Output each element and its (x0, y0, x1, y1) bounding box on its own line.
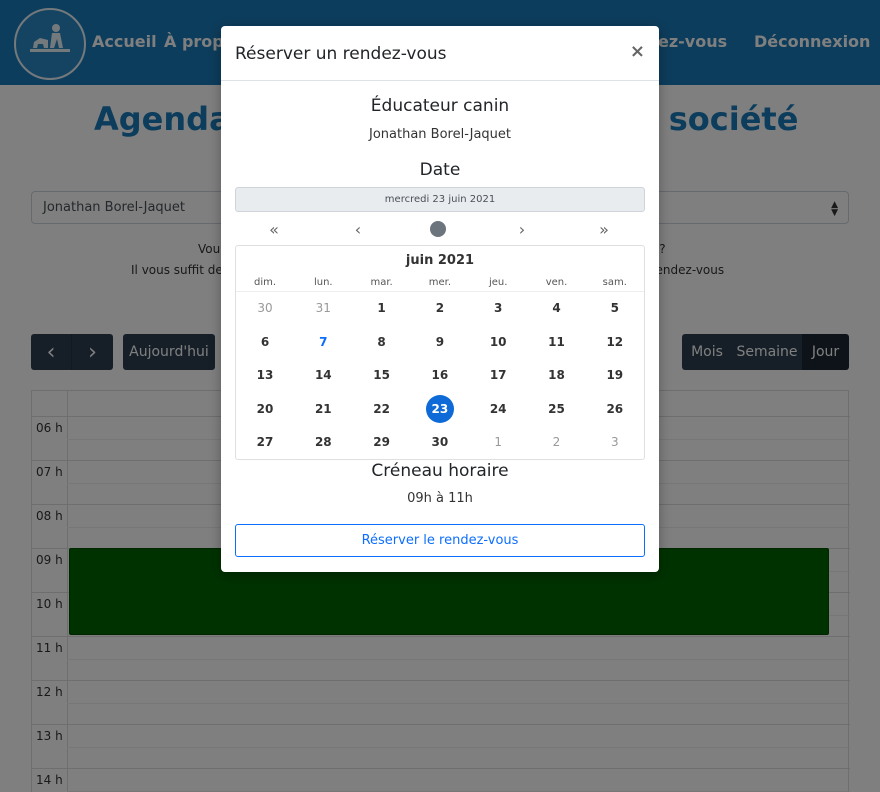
datepicker-day[interactable]: 24 (483, 395, 513, 423)
datepicker-day[interactable]: 29 (367, 428, 397, 456)
chevron-right-icon[interactable]: › (512, 220, 532, 239)
weekday-label: jeu. (488, 277, 508, 288)
datepicker-day[interactable]: 27 (250, 428, 280, 456)
educator-name: Jonathan Borel-Jaquet (368, 127, 511, 142)
datepicker-day[interactable]: 11 (542, 328, 572, 356)
datepicker-day[interactable]: 30 (250, 294, 280, 322)
modal-title: Réserver un rendez-vous (235, 44, 447, 64)
weekday-label: sam. (602, 277, 627, 288)
chevron-left-icon[interactable]: ‹ (348, 220, 368, 239)
datepicker-day[interactable]: 17 (483, 361, 513, 389)
datepicker-day[interactable]: 15 (367, 361, 397, 389)
double-chevron-right-icon[interactable]: » (594, 220, 614, 239)
datepicker-day[interactable]: 12 (600, 328, 630, 356)
datepicker-calendar: juin 2021 dim. lun. mar. mer. jeu. ven. sam. 3… (235, 245, 645, 460)
datepicker-day[interactable]: 2 (425, 294, 455, 322)
datepicker-day[interactable]: 3 (483, 294, 513, 322)
date-section-title: Date (419, 160, 461, 180)
datepicker-day[interactable]: 3 (600, 428, 630, 456)
weekday-label: ven. (545, 277, 568, 288)
slot-section-title: Créneau horaire (371, 461, 509, 481)
booking-modal: Réserver un rendez-vous × Éducateur cani… (221, 26, 659, 572)
datepicker-day[interactable]: 18 (542, 361, 572, 389)
datepicker-day[interactable]: 1 (483, 428, 513, 456)
datepicker-day[interactable]: 10 (483, 328, 513, 356)
datepicker-day[interactable]: 31 (308, 294, 338, 322)
date-input[interactable]: mercredi 23 juin 2021 (235, 187, 645, 212)
current-month-dot-icon[interactable] (430, 221, 446, 237)
datepicker-day[interactable]: 9 (425, 328, 455, 356)
weekday-label: mar. (370, 277, 393, 288)
datepicker-day[interactable]: 1 (367, 294, 397, 322)
datepicker-day[interactable]: 4 (542, 294, 572, 322)
close-icon[interactable]: × (630, 41, 645, 62)
datepicker-day[interactable]: 28 (308, 428, 338, 456)
double-chevron-left-icon[interactable]: « (264, 220, 284, 239)
datepicker-day[interactable]: 13 (250, 361, 280, 389)
weekday-label: mer. (428, 277, 452, 288)
datepicker-weekdays: dim. lun. mar. mer. jeu. ven. sam. (236, 277, 644, 292)
weekday-label: dim. (253, 277, 277, 288)
datepicker-day[interactable]: 20 (250, 395, 280, 423)
reserve-button[interactable]: Réserver le rendez-vous (235, 524, 645, 557)
datepicker-month-label: juin 2021 (405, 253, 475, 268)
datepicker-day[interactable]: 30 (425, 428, 455, 456)
modal-header: Réserver un rendez-vous × (221, 26, 659, 81)
datepicker-day[interactable]: 19 (600, 361, 630, 389)
datepicker-day[interactable]: 8 (367, 328, 397, 356)
datepicker-day[interactable]: 26 (600, 395, 630, 423)
datepicker-day[interactable]: 2 (542, 428, 572, 456)
slot-value: 09h à 11h (407, 491, 473, 506)
datepicker-day[interactable]: 6 (250, 328, 280, 356)
datepicker-day[interactable]: 5 (600, 294, 630, 322)
weekday-label: lun. (313, 277, 333, 288)
datepicker-day-selected[interactable]: 23 (425, 394, 454, 423)
datepicker-day[interactable]: 22 (367, 395, 397, 423)
datepicker-day[interactable]: 16 (425, 361, 455, 389)
datepicker-day[interactable]: 14 (308, 361, 338, 389)
datepicker-day[interactable]: 7 (308, 328, 338, 356)
datepicker-day[interactable]: 21 (308, 395, 338, 423)
educator-section-title: Éducateur canin (370, 96, 510, 116)
datepicker-day[interactable]: 25 (542, 395, 572, 423)
